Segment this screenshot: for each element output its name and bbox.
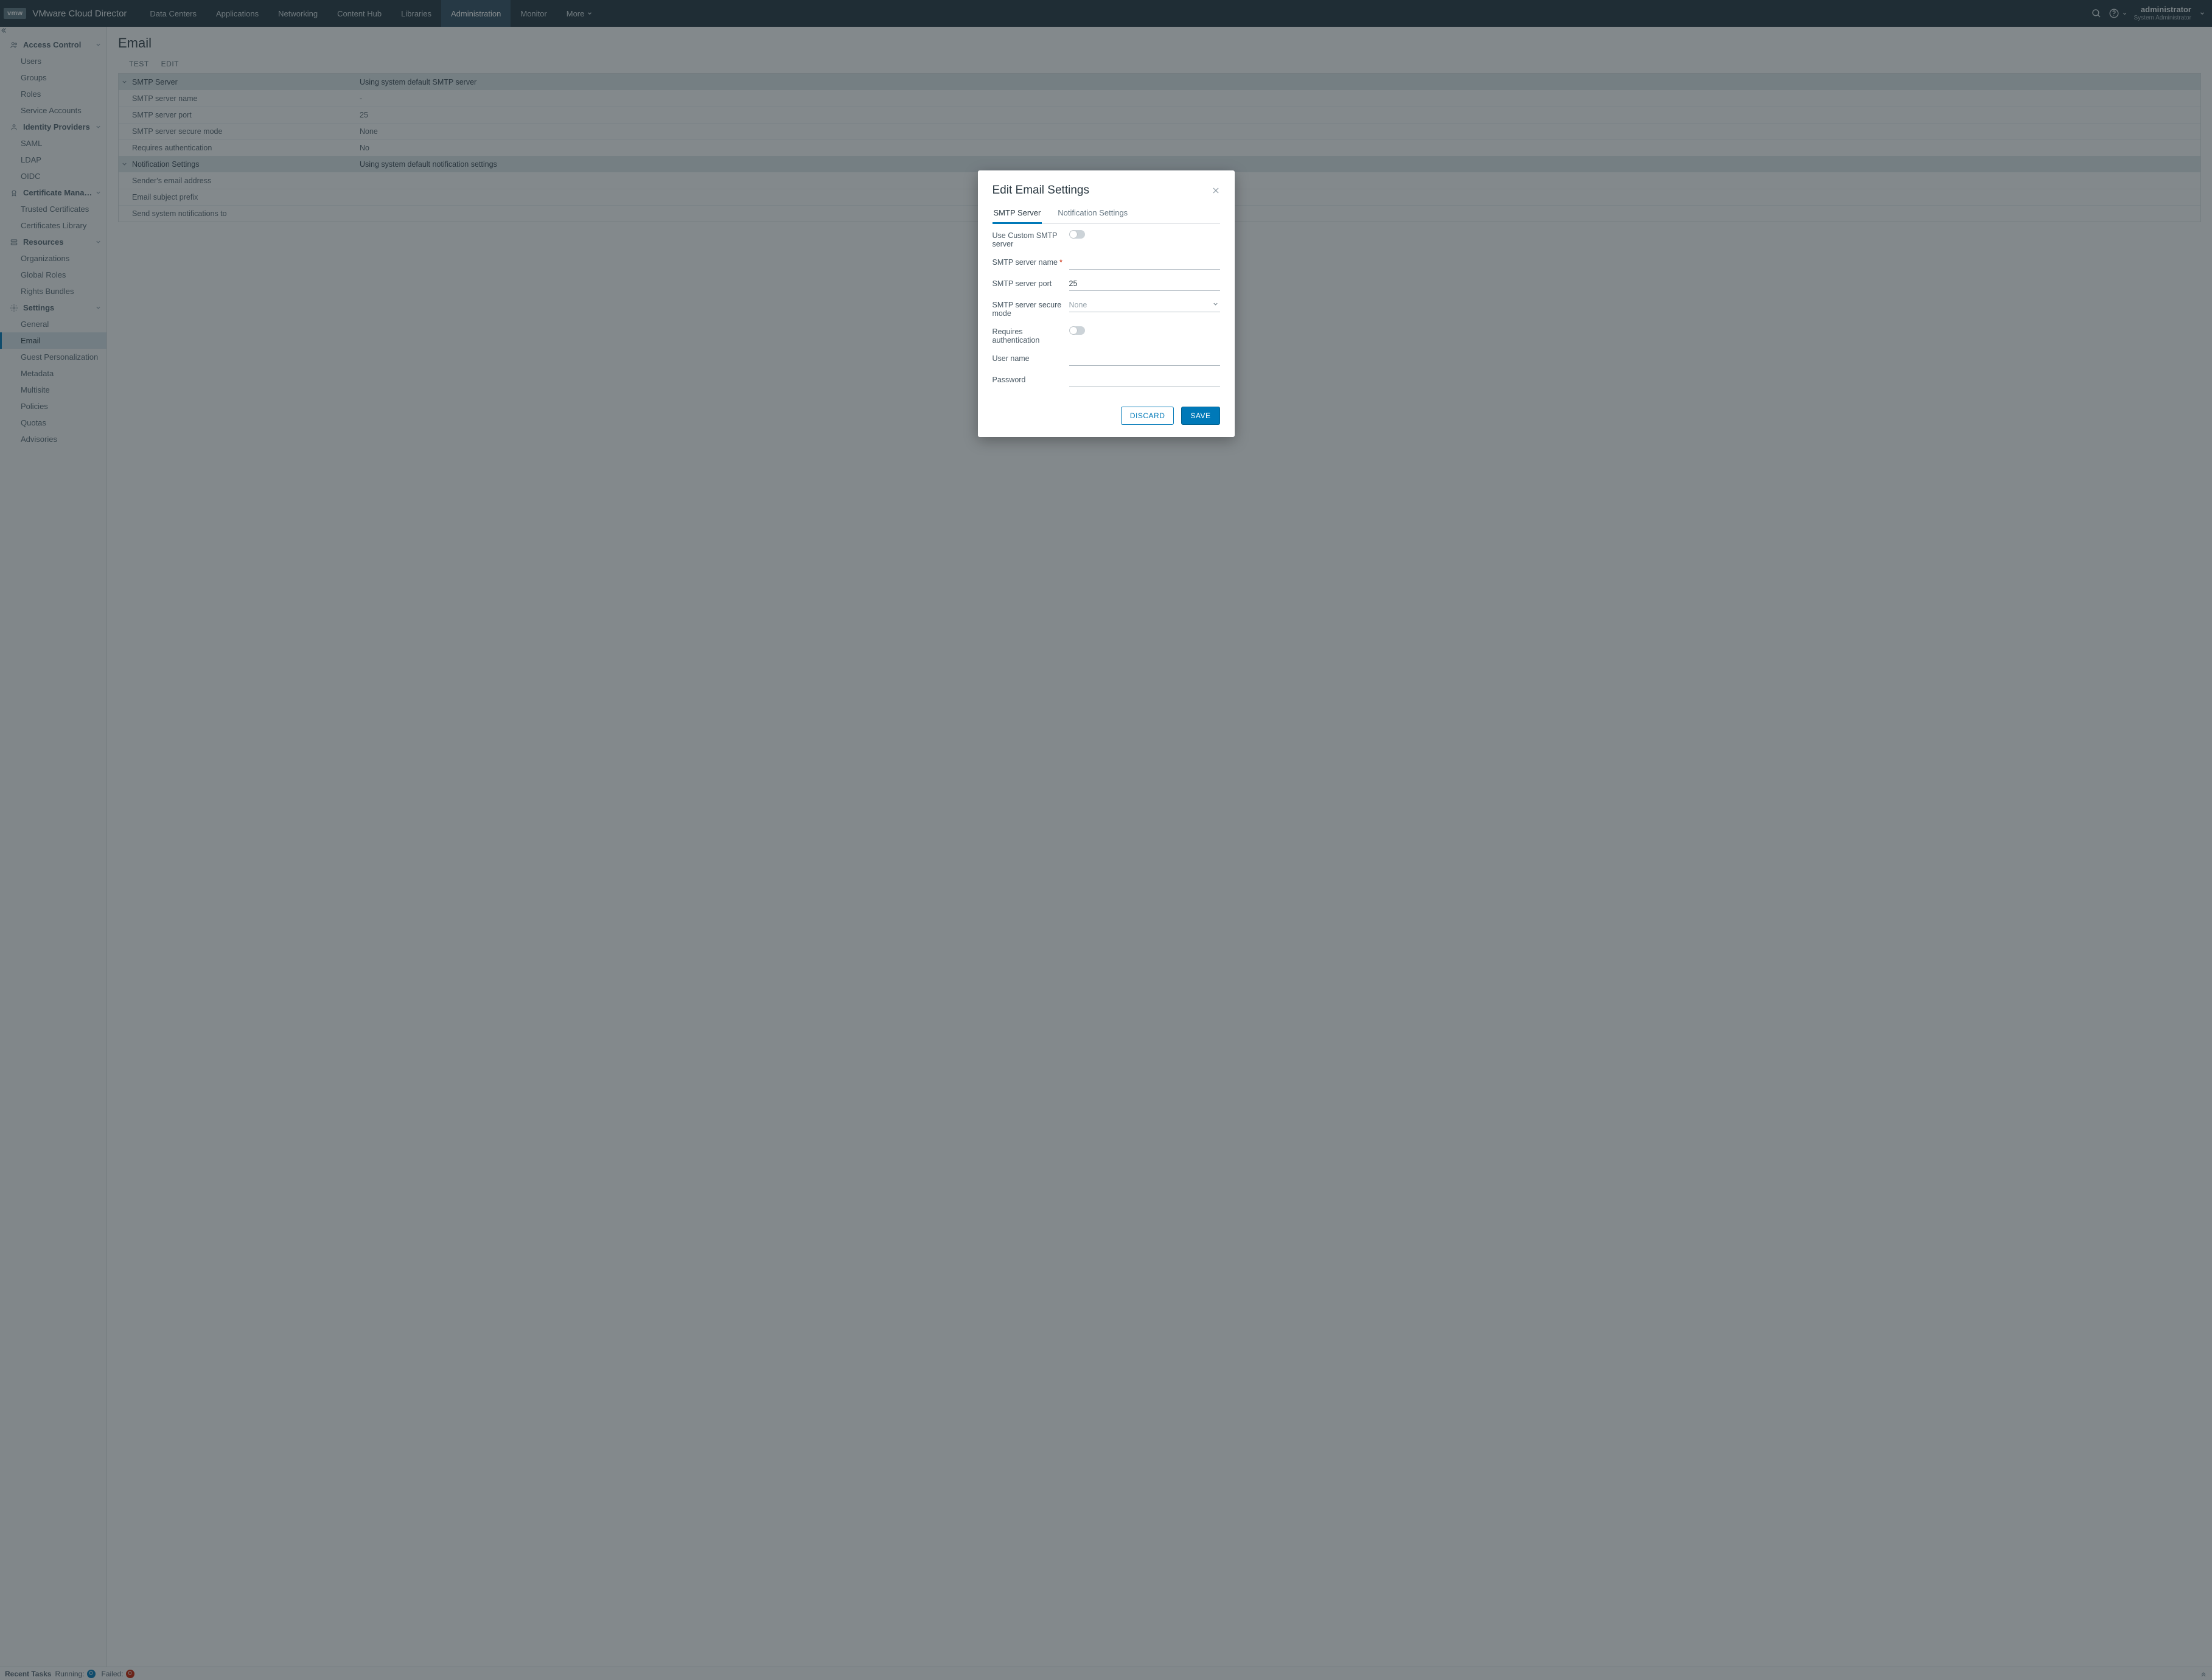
modal-tabs: SMTP Server Notification Settings: [993, 205, 1220, 224]
modal-tab[interactable]: SMTP Server: [993, 205, 1042, 224]
modal-tab[interactable]: Notification Settings: [1056, 205, 1129, 223]
smtp-server-name-input[interactable]: [1069, 257, 1220, 270]
password-label: Password: [993, 374, 1069, 384]
save-button[interactable]: SAVE: [1181, 407, 1219, 425]
smtp-secure-mode-label: SMTP server secure mode: [993, 299, 1069, 318]
requires-auth-toggle[interactable]: [1069, 326, 1085, 335]
smtp-server-name-label: SMTP server name*: [993, 257, 1069, 267]
username-input[interactable]: [1069, 353, 1220, 366]
username-label: User name: [993, 353, 1069, 363]
close-icon[interactable]: [1212, 186, 1220, 195]
modal-overlay: Edit Email Settings SMTP Server Notificat…: [0, 0, 2212, 1680]
use-custom-smtp-toggle[interactable]: [1069, 230, 1085, 239]
requires-auth-label: Requires authentication: [993, 326, 1069, 345]
smtp-server-port-input[interactable]: [1069, 278, 1220, 291]
discard-button[interactable]: DISCARD: [1121, 407, 1174, 425]
smtp-server-port-label: SMTP server port: [993, 278, 1069, 288]
use-custom-smtp-label: Use Custom SMTP server: [993, 230, 1069, 248]
password-input[interactable]: [1069, 374, 1220, 387]
smtp-secure-mode-select[interactable]: None: [1069, 299, 1220, 312]
modal-title: Edit Email Settings: [993, 184, 1212, 197]
edit-email-settings-modal: Edit Email Settings SMTP Server Notificat…: [978, 170, 1235, 437]
